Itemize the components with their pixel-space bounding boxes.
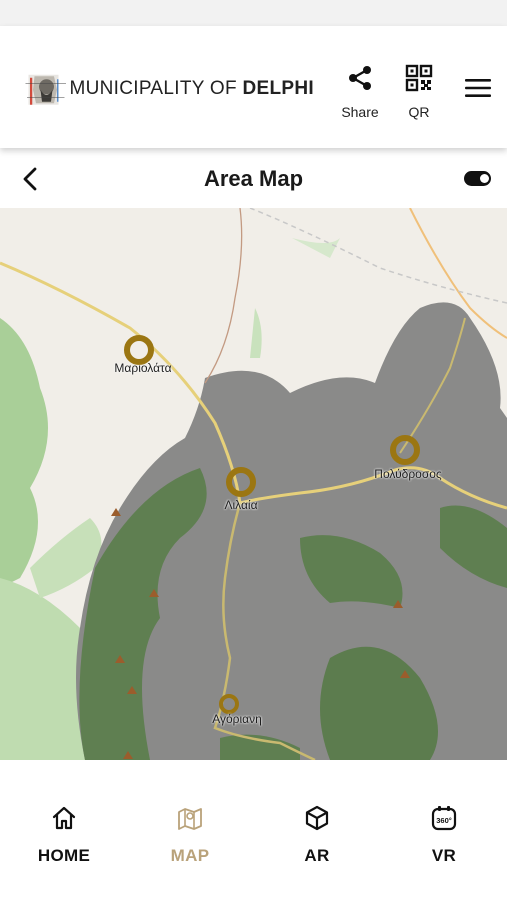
svg-text:360°: 360° (436, 816, 452, 825)
hamburger-menu-icon[interactable] (462, 74, 494, 102)
share-button[interactable]: Share (330, 64, 390, 126)
map-marker-label: Αγόριανη (212, 712, 262, 726)
map-marker-label: Πολύδροσος (374, 467, 442, 481)
map-marker-lilaia[interactable] (226, 467, 256, 497)
nav-vr[interactable]: 360° VR (394, 804, 494, 866)
toggle-knob (480, 174, 489, 183)
map-layer-toggle[interactable] (464, 171, 491, 186)
page-title: Area Map (203, 166, 304, 191)
map-marker-polydrosos[interactable] (390, 435, 420, 465)
nav-map[interactable]: MAP (140, 804, 240, 866)
municipality-logo[interactable]: MUNICIPALITY OF DELPHI (24, 60, 314, 118)
bottom-navigation: HOME MAP AR 360° VR (0, 760, 507, 900)
cube-icon (305, 805, 329, 831)
map-marker-label: Μαριολάτα (114, 361, 172, 375)
nav-map-label: MAP (170, 846, 210, 865)
nav-home[interactable]: HOME (14, 804, 114, 866)
logo-prefix: MUNICIPALITY OF (69, 78, 237, 99)
nav-home-label: HOME (37, 846, 91, 865)
logo-name: DELPHI (242, 78, 314, 99)
nav-ar[interactable]: AR (267, 804, 367, 866)
home-icon (52, 806, 76, 830)
nav-vr-label: VR (431, 846, 457, 865)
share-icon (349, 66, 371, 90)
logo-emblem-icon (25, 74, 66, 105)
map-marker-label: Λιλαία (224, 498, 258, 512)
360-icon: 360° (431, 806, 457, 831)
qr-button[interactable]: QR (389, 64, 449, 126)
app-header: MUNICIPALITY OF DELPHI Share QR (0, 26, 507, 148)
map-icon (178, 808, 202, 830)
title-bar: Area Map (0, 150, 507, 208)
logo-text: MUNICIPALITY OF DELPHI (69, 78, 314, 100)
area-map[interactable]: Μαριολάτα Λιλαία Πολύδροσος Αγόριανη (0, 208, 507, 760)
qr-label: QR (408, 104, 430, 120)
map-marker-agoriani[interactable] (219, 694, 239, 714)
nav-ar-label: AR (304, 846, 330, 865)
qr-code-icon (405, 64, 433, 92)
status-bar (0, 0, 507, 26)
share-label: Share (341, 104, 379, 120)
